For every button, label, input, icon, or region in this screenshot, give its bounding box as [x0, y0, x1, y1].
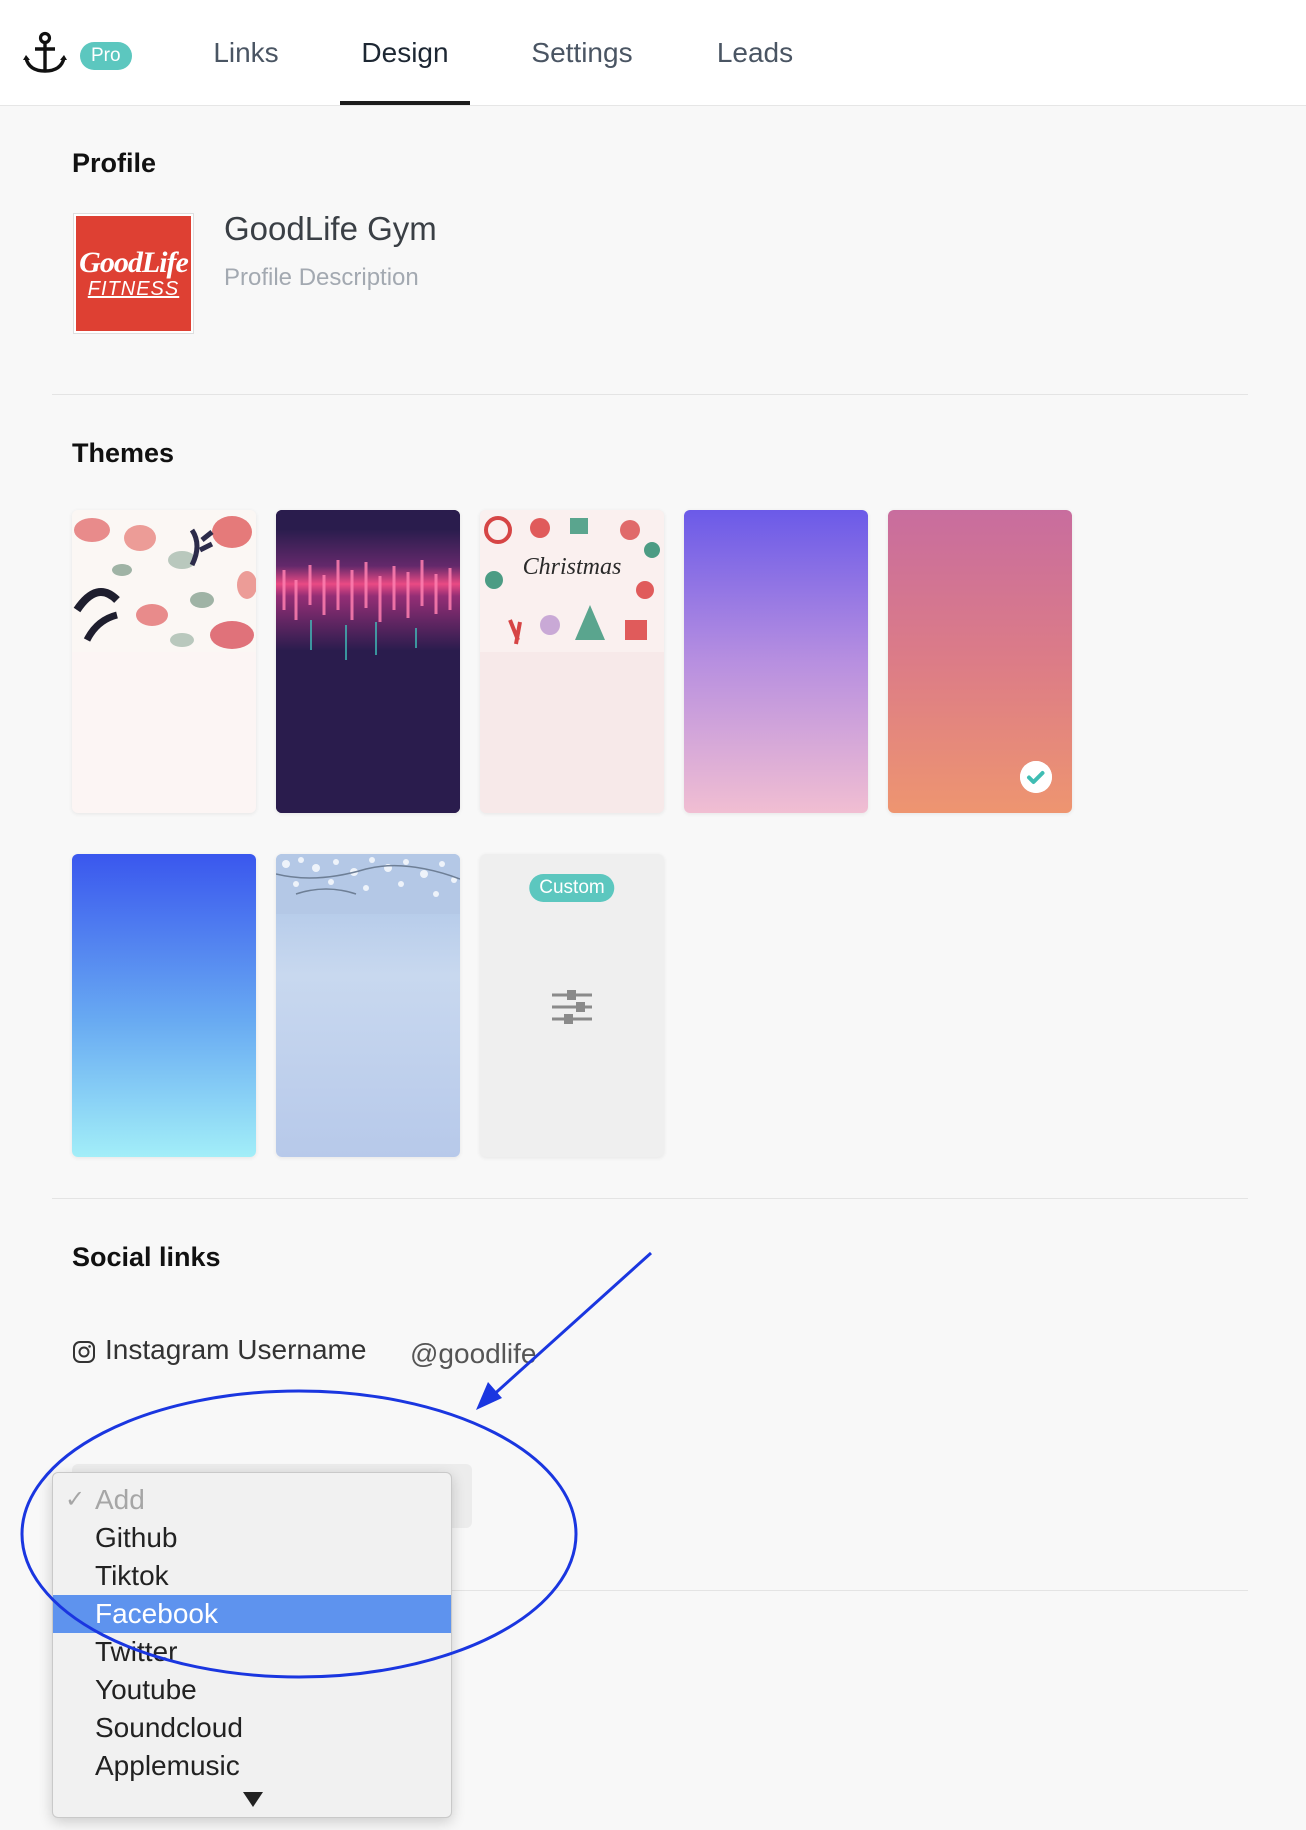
theme-floral[interactable] — [72, 510, 256, 813]
dropdown-option-label: Add — [95, 1484, 145, 1515]
dropdown-option-soundcloud[interactable]: Soundcloud — [53, 1709, 451, 1747]
selected-check-icon — [1020, 761, 1052, 793]
neon-audio-image — [276, 510, 460, 813]
social-links-section-title: Social links — [72, 1242, 221, 1272]
dropdown-option-youtube[interactable]: Youtube — [53, 1671, 451, 1709]
floral-pattern-image — [72, 510, 256, 652]
instagram-username-label: Instagram Username — [105, 1334, 367, 1365]
tab-links[interactable]: Links — [196, 0, 296, 106]
logo-wordmark-top: GoodLife — [79, 245, 189, 279]
theme-neon-audio[interactable] — [276, 510, 460, 813]
section-divider — [52, 1198, 1248, 1199]
snowy-branches-image — [276, 854, 460, 914]
profile-avatar[interactable]: GoodLife FITNESS — [74, 214, 193, 333]
add-social-dropdown-menu[interactable]: ✓ Add Github Tiktok Facebook Twitter You… — [52, 1472, 452, 1818]
anchor-icon[interactable] — [21, 30, 69, 78]
pro-badge: Pro — [80, 42, 132, 70]
christmas-image-text: Christmas — [523, 554, 622, 580]
top-navigation: Pro Links Design Settings Leads — [0, 0, 1306, 106]
custom-badge: Custom — [529, 874, 615, 902]
sliders-icon — [552, 990, 592, 1024]
tab-design[interactable]: Design — [340, 0, 470, 106]
theme-snowy-branches[interactable] — [276, 854, 460, 1157]
profile-section-title: Profile — [72, 148, 157, 178]
theme-christmas[interactable]: Christmas — [480, 510, 664, 813]
theme-custom[interactable]: Custom — [480, 854, 664, 1157]
tab-leads[interactable]: Leads — [700, 0, 810, 106]
annotation-arrow-line — [488, 1251, 653, 1400]
dropdown-option-twitter[interactable]: Twitter — [53, 1633, 451, 1671]
dropdown-option-tiktok[interactable]: Tiktok — [53, 1557, 451, 1595]
themes-section-title: Themes — [72, 438, 175, 468]
profile-name[interactable]: GoodLife Gym — [224, 210, 437, 248]
dropdown-option-add[interactable]: ✓ Add — [53, 1481, 451, 1519]
instagram-username-input[interactable] — [410, 1338, 600, 1370]
theme-blue-cyan-gradient[interactable] — [72, 854, 256, 1157]
dropdown-option-github[interactable]: Github — [53, 1519, 451, 1557]
logo-wordmark-bottom: FITNESS — [87, 277, 180, 300]
scroll-down-arrow-icon[interactable] — [243, 1792, 263, 1807]
christmas-pattern-image: Christmas — [480, 510, 664, 652]
active-tab-indicator — [340, 101, 470, 105]
checkmark-icon: ✓ — [65, 1486, 86, 1513]
instagram-icon — [73, 1341, 95, 1363]
profile-description-field[interactable]: Profile Description — [224, 264, 419, 292]
theme-pink-orange-gradient[interactable] — [888, 510, 1072, 813]
tab-settings[interactable]: Settings — [510, 0, 654, 106]
dropdown-option-facebook[interactable]: Facebook — [53, 1595, 451, 1633]
dropdown-option-applemusic[interactable]: Applemusic — [53, 1747, 451, 1785]
theme-purple-pink-gradient[interactable] — [684, 510, 868, 813]
section-divider — [52, 394, 1248, 395]
annotation-arrow-head — [476, 1382, 502, 1410]
